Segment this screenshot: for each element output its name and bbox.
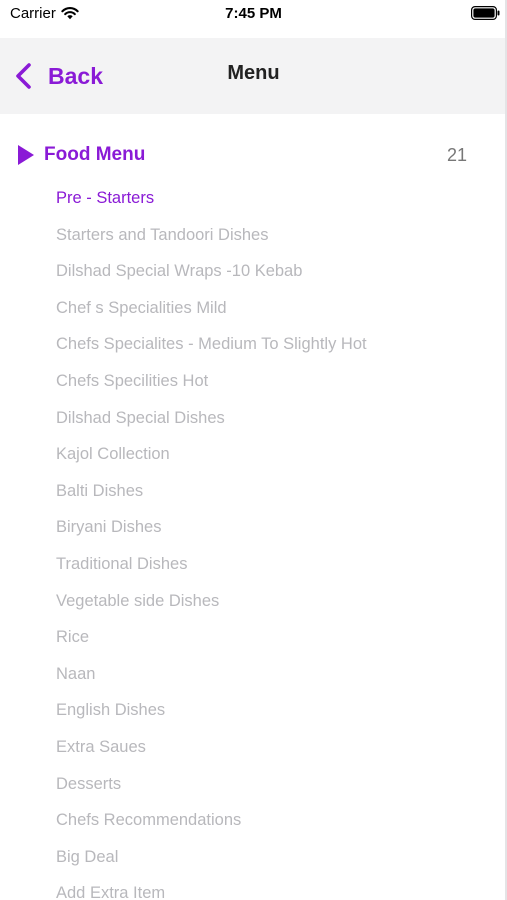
navigation-bar: Back Menu xyxy=(0,38,507,114)
section-item-count: 21 xyxy=(446,145,467,165)
list-item[interactable]: Balti Dishes xyxy=(0,473,507,510)
section-header-food-menu[interactable]: Food Menu 21 xyxy=(0,138,507,172)
play-arrow-icon xyxy=(18,145,34,165)
list-item[interactable]: English Dishes xyxy=(0,692,507,729)
list-item[interactable]: Add Extra Item xyxy=(0,875,507,900)
list-item[interactable]: Vegetable side Dishes xyxy=(0,583,507,620)
clock-label: 7:45 PM xyxy=(225,5,282,22)
list-item[interactable]: Big Deal xyxy=(0,839,507,876)
list-item[interactable]: Dilshad Special Wraps -10 Kebab xyxy=(0,253,507,290)
list-item[interactable]: Chefs Specilities Hot xyxy=(0,363,507,400)
list-item[interactable]: Desserts xyxy=(0,766,507,803)
section-title: Food Menu xyxy=(44,144,146,165)
list-item[interactable]: Extra Saues xyxy=(0,729,507,766)
status-bar: Carrier 7:45 PM xyxy=(0,0,507,30)
menu-screen: Carrier 7:45 PM Back Menu Food Menu 21 P… xyxy=(0,0,507,900)
list-item[interactable]: Chefs Recommendations xyxy=(0,802,507,839)
list-item[interactable]: Pre - Starters xyxy=(0,180,507,217)
list-item[interactable]: Rice xyxy=(0,619,507,656)
list-item[interactable]: Traditional Dishes xyxy=(0,546,507,583)
list-item[interactable]: Chefs Specialites - Medium To Slightly H… xyxy=(0,326,507,363)
page-title: Menu xyxy=(227,62,280,84)
list-item[interactable]: Chef s Specialities Mild xyxy=(0,290,507,327)
list-item[interactable]: Kajol Collection xyxy=(0,436,507,473)
list-item[interactable]: Naan xyxy=(0,656,507,693)
category-list: Pre - Starters Starters and Tandoori Dish… xyxy=(0,180,507,900)
list-item[interactable]: Starters and Tandoori Dishes xyxy=(0,217,507,254)
list-item[interactable]: Biryani Dishes xyxy=(0,509,507,546)
list-item[interactable]: Dilshad Special Dishes xyxy=(0,400,507,437)
battery-icon xyxy=(471,6,500,20)
